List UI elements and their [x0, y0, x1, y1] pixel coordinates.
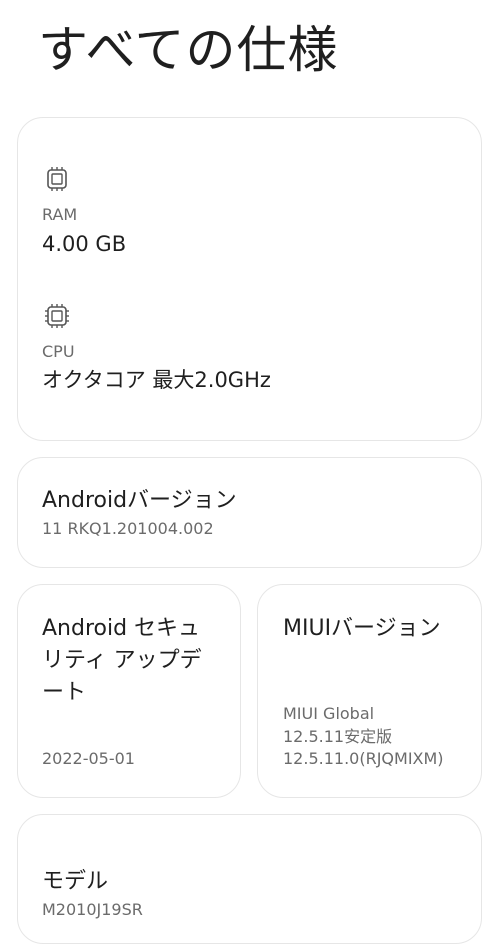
- security-update-card[interactable]: Android セキュ リティ アップデ ート 2022-05-01: [17, 584, 241, 798]
- model-value: M2010J19SR: [42, 900, 143, 919]
- miui-version-line1: MIUI Global: [283, 704, 375, 723]
- security-update-title-line1: Android セキュ: [42, 616, 201, 641]
- model-title: モデル: [42, 869, 109, 894]
- miui-version-card[interactable]: MIUIバージョン MIUI Global 12.5.11安定版 12.5.11…: [257, 584, 482, 798]
- page-title: すべての仕様: [38, 21, 339, 79]
- cpu-value: オクタコア 最大2.0GHz: [42, 368, 271, 392]
- security-update-title-line3: ート: [42, 680, 87, 705]
- miui-version-title: MIUIバージョン: [283, 616, 441, 641]
- processor-chip-icon: [43, 302, 71, 330]
- security-update-title-line2: リティ アップデ: [42, 648, 202, 673]
- ram-value: 4.00 GB: [42, 232, 127, 256]
- android-version-value: 11 RKQ1.201004.002: [42, 519, 214, 538]
- memory-chip-icon: [43, 165, 71, 193]
- security-update-value: 2022-05-01: [42, 749, 135, 768]
- hardware-specs-card: RAM 4.00 GB CPU オクタコア 最大2.0GHz: [17, 117, 482, 441]
- miui-version-line2: 12.5.11安定版: [283, 727, 393, 746]
- android-version-title: Androidバージョン: [42, 488, 237, 513]
- ram-label: RAM: [42, 205, 78, 224]
- miui-version-line3: 12.5.11.0(RJQMIXM): [283, 749, 444, 768]
- cpu-label: CPU: [42, 342, 75, 361]
- model-card[interactable]: モデル M2010J19SR: [17, 814, 482, 944]
- android-version-card[interactable]: Androidバージョン 11 RKQ1.201004.002: [17, 457, 482, 568]
